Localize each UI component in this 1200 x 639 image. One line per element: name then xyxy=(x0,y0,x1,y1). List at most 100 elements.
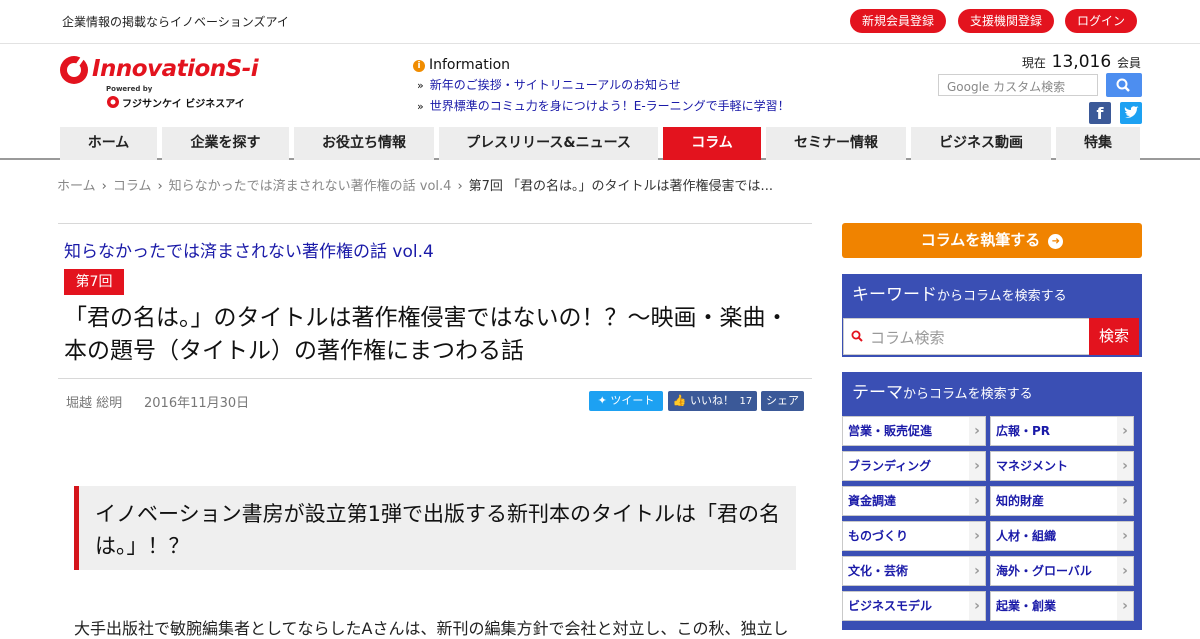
theme-label: ビジネスモデル xyxy=(848,599,933,613)
theme-hr[interactable]: 人材・組織 › xyxy=(990,521,1134,551)
chevron-right-icon: › xyxy=(101,179,107,194)
chevron-right-icon: › xyxy=(969,522,985,550)
google-search-button[interactable] xyxy=(1106,73,1142,97)
site-tagline: 企業情報の掲載ならイノベーションズアイ xyxy=(62,15,289,29)
main-nav: ホーム 企業を探す お役立ち情報 プレスリリース&ニュース コラム セミナー情報… xyxy=(0,127,1200,160)
publish-date: 2016年11月30日 xyxy=(144,396,250,411)
theme-business-model[interactable]: ビジネスモデル › xyxy=(842,591,986,621)
like-label: いいね！ xyxy=(689,394,734,407)
site-logo[interactable]: InnovationS-i Powered by フジサンケイ ビジネスアイ xyxy=(58,54,278,110)
divider xyxy=(58,378,812,379)
theme-startup[interactable]: 起業・創業 › xyxy=(990,591,1134,621)
nav-useful-info[interactable]: お役立ち情報 xyxy=(294,127,434,160)
breadcrumb-column[interactable]: コラム xyxy=(113,179,152,194)
tweet-button[interactable]: ✦ ツイート xyxy=(589,391,663,411)
chevron-right-icon: › xyxy=(1117,452,1133,480)
register-agency-button[interactable]: 支援機関登録 xyxy=(958,9,1054,33)
double-arrow-icon: » xyxy=(417,79,424,92)
nav-seminar[interactable]: セミナー情報 xyxy=(766,127,906,160)
nav-feature[interactable]: 特集 xyxy=(1056,127,1140,160)
keyword-search-heading: キーワードからコラムを検索する xyxy=(842,274,1142,316)
write-column-button[interactable]: コラムを執筆する ➜ xyxy=(842,223,1142,258)
thumbs-up-icon: 👍 xyxy=(672,394,687,407)
info-link[interactable]: » 新年のご挨拶・サイトリニューアルのお知らせ xyxy=(417,76,681,93)
write-column-label: コラムを執筆する xyxy=(920,231,1041,249)
search-icon xyxy=(851,330,863,342)
twitter-icon[interactable] xyxy=(1120,102,1142,124)
like-button[interactable]: 👍 いいね！ 17 xyxy=(668,391,757,411)
info-link-text: 新年のご挨拶・サイトリニューアルのお知らせ xyxy=(429,78,681,92)
share-button[interactable]: シェア xyxy=(761,391,804,411)
column-search-input[interactable]: コラム検索 xyxy=(843,318,1090,355)
nav-find-companies[interactable]: 企業を探す xyxy=(162,127,289,160)
divider xyxy=(58,223,812,224)
theme-label: ブランディング xyxy=(848,459,932,473)
nav-business-video[interactable]: ビジネス動画 xyxy=(911,127,1051,160)
double-arrow-icon: » xyxy=(417,100,424,113)
logo-sub: フジサンケイ ビジネスアイ xyxy=(122,99,245,110)
column-search-button[interactable]: 検索 xyxy=(1089,318,1139,355)
tweet-label: ツイート xyxy=(610,394,655,407)
chevron-right-icon: › xyxy=(457,179,463,194)
theme-label: 文化・芸術 xyxy=(848,564,909,578)
theme-fundraising[interactable]: 資金調達 › xyxy=(842,486,986,516)
theme-label: 営業・販売促進 xyxy=(848,424,933,438)
author-name[interactable]: 堀越 総明 xyxy=(66,392,122,411)
theme-label: 知的財産 xyxy=(996,494,1045,508)
chevron-right-icon: › xyxy=(1117,557,1133,585)
info-link-text: 世界標準のコミュ力を身につけよう！E-ラーニングで手軽に学習！ xyxy=(429,99,790,113)
info-link[interactable]: » 世界標準のコミュ力を身につけよう！E-ラーニングで手軽に学習！ xyxy=(417,97,790,114)
lead-quote: イノベーション書房が設立第1弾で出版する新刊本のタイトルは「君の名は。」！？ xyxy=(74,486,796,570)
chevron-right-icon: › xyxy=(969,592,985,620)
breadcrumb-home[interactable]: ホーム xyxy=(57,179,96,194)
facebook-icon[interactable]: f xyxy=(1089,102,1111,124)
nav-column[interactable]: コラム xyxy=(663,127,761,160)
keyword-heading-small: からコラムを検索する xyxy=(937,289,1067,304)
episode-badge: 第7回 xyxy=(64,269,124,295)
top-bar: 企業情報の掲載ならイノベーションズアイ 新規会員登録 支援機関登録 ログイン xyxy=(0,0,1200,44)
chevron-right-icon: › xyxy=(1117,592,1133,620)
member-count-number: 13,016 xyxy=(1051,52,1112,72)
like-count: 17 xyxy=(739,396,753,407)
nav-home[interactable]: ホーム xyxy=(60,127,157,160)
theme-label: 広報・PR xyxy=(996,424,1051,438)
theme-label: ものづくり xyxy=(848,529,909,543)
chevron-right-icon: › xyxy=(1117,522,1133,550)
theme-branding[interactable]: ブランディング › xyxy=(842,451,986,481)
breadcrumb: ホーム › コラム › 知らなかったでは済まされない著作権の話 vol.4 › 第7回 「君… xyxy=(57,175,773,194)
series-title[interactable]: 知らなかったでは済まされない著作権の話 vol.4 xyxy=(64,237,434,262)
keyword-heading-big: キーワード xyxy=(852,285,937,305)
member-count: 現在 13,016 会員 xyxy=(1022,52,1141,72)
theme-manufacturing[interactable]: ものづくり › xyxy=(842,521,986,551)
arrow-circle-right-icon: ➜ xyxy=(1048,234,1064,249)
theme-management[interactable]: マネジメント › xyxy=(990,451,1134,481)
twitter-bird-icon xyxy=(1124,106,1139,118)
information-label: Information xyxy=(429,57,511,73)
breadcrumb-series[interactable]: 知らなかったでは済まされない著作権の話 vol.4 xyxy=(169,179,452,194)
login-button[interactable]: ログイン xyxy=(1065,9,1137,33)
breadcrumb-current: 第7回 「君の名は。」のタイトルは著作権侵害では... xyxy=(468,179,773,194)
theme-label: マネジメント xyxy=(996,459,1069,473)
theme-label: 起業・創業 xyxy=(996,599,1057,613)
theme-pr[interactable]: 広報・PR › xyxy=(990,416,1134,446)
nav-press-news[interactable]: プレスリリース&ニュース xyxy=(439,127,658,160)
information-heading: i Information xyxy=(413,57,510,73)
theme-sales-promotion[interactable]: 営業・販売促進 › xyxy=(842,416,986,446)
member-count-suffix: 会員 xyxy=(1116,56,1141,70)
twitter-bird-icon: ✦ xyxy=(597,394,607,407)
logo-powered: Powered by xyxy=(106,85,153,93)
member-count-prefix: 現在 xyxy=(1021,56,1046,70)
register-member-button[interactable]: 新規会員登録 xyxy=(850,9,946,33)
google-search-input[interactable]: Google カスタム検索 xyxy=(938,74,1098,96)
chevron-right-icon: › xyxy=(969,417,985,445)
logo-wordmark: InnovationS-i xyxy=(92,56,259,82)
chevron-right-icon: › xyxy=(969,557,985,585)
theme-ip[interactable]: 知的財産 › xyxy=(990,486,1134,516)
theme-culture-art[interactable]: 文化・芸術 › xyxy=(842,556,986,586)
chevron-right-icon: › xyxy=(969,452,985,480)
theme-label: 人材・組織 xyxy=(996,529,1057,543)
theme-global[interactable]: 海外・グローバル › xyxy=(990,556,1134,586)
theme-heading-big: テーマ xyxy=(852,383,903,403)
info-icon: i xyxy=(413,60,425,72)
theme-label: 海外・グローバル xyxy=(996,564,1092,578)
